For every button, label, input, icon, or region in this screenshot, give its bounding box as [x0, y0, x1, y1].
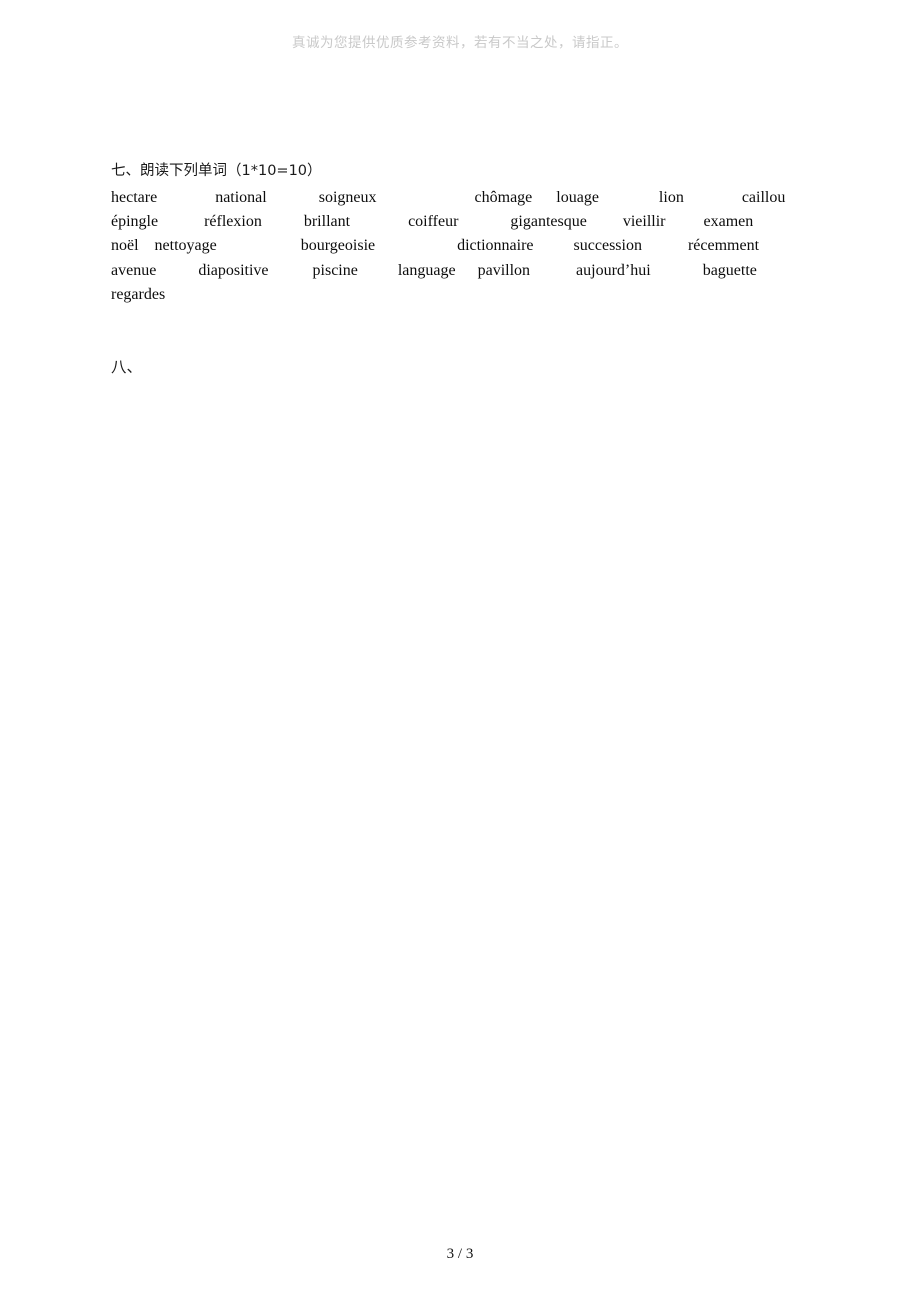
vocabulary-word: brillant: [303, 213, 351, 231]
section-heading-seven-text: 七、朗读下列单词（1*10=10）: [111, 163, 322, 179]
vocabulary-word: baguette: [702, 261, 757, 279]
vocabulary-word: louage: [556, 189, 599, 206]
vocabulary-word: noël: [111, 237, 139, 255]
vocabulary-word: caillou: [741, 189, 786, 206]
vocabulary-word: vieillir: [622, 213, 666, 231]
section-heading-seven: 七、朗读下列单词（1*10=10）: [111, 158, 811, 183]
word-row: regardes: [111, 283, 811, 307]
document-content: 七、朗读下列单词（1*10=10） hectare national soigneu…: [111, 158, 811, 379]
vocabulary-word: pavillon: [477, 261, 531, 279]
vocabulary-word: récemment: [687, 237, 760, 255]
vocabulary-word: national: [215, 189, 267, 206]
vocabulary-word: chômage: [474, 189, 533, 206]
word-row: épingle réflexion brillant coiffeur gigantes…: [111, 210, 811, 234]
word-row: avenue diapositive piscine language pavillon…: [111, 259, 811, 283]
vocabulary-word: dictionnaire: [457, 237, 534, 255]
vocabulary-word: piscine: [312, 261, 358, 279]
vocabulary-word: examen: [703, 213, 754, 231]
section-heading-eight-text: 八、: [111, 358, 143, 377]
vocabulary-word: soigneux: [318, 189, 377, 206]
document-page: 真诚为您提供优质参考资料，若有不当之处，请指正。 七、朗读下列单词（1*10=1…: [0, 0, 920, 1302]
page-footer: 3 / 3: [0, 1246, 920, 1263]
vocabulary-word: succession: [573, 237, 642, 255]
vocabulary-word: lion: [658, 189, 684, 206]
word-list: hectare national soigneux chômage louage lion…: [111, 186, 811, 307]
section-heading-eight: 八、: [111, 355, 811, 379]
page-number: 3 / 3: [446, 1246, 474, 1262]
vocabulary-word: coiffeur: [408, 213, 459, 231]
vocabulary-word: diapositive: [198, 261, 269, 279]
word-row: hectare national soigneux chômage louage lion…: [111, 186, 811, 210]
vocabulary-word: épingle: [111, 213, 159, 231]
vocabulary-word: réflexion: [204, 213, 262, 231]
watermark-header: 真诚为您提供优质参考资料，若有不当之处，请指正。: [292, 35, 628, 51]
vocabulary-word: nettoyage: [154, 237, 217, 255]
vocabulary-word: bourgeoisie: [300, 237, 376, 255]
vocabulary-word: aujourd’hui: [576, 261, 651, 279]
vocabulary-word: language: [397, 261, 456, 279]
vocabulary-word: gigantesque: [510, 213, 587, 231]
vocabulary-word: avenue: [111, 261, 157, 279]
vocabulary-word: regardes: [111, 285, 166, 303]
vocabulary-word: hectare: [111, 189, 158, 206]
word-row: noël nettoyage bourgeoisie dictionnaire succ…: [111, 234, 811, 258]
